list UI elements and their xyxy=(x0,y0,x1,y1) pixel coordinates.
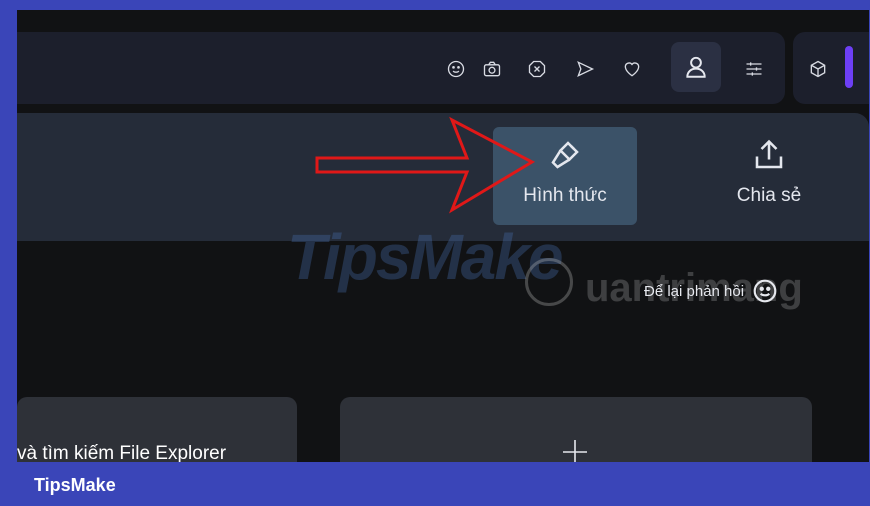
send-icon[interactable] xyxy=(570,54,600,84)
widget-card[interactable]: và tìm kiếm File Explorer xyxy=(17,397,297,462)
heart-icon[interactable] xyxy=(617,54,647,84)
red-arrow-annotation xyxy=(315,116,536,214)
footer-banner: TipsMake xyxy=(0,462,870,506)
feedback-label: Để lại phản hồi xyxy=(644,282,745,300)
banner-brand: TipsMake xyxy=(34,475,116,495)
sliders-icon[interactable] xyxy=(739,54,769,84)
smiley-icon xyxy=(753,279,777,303)
app-window: Hình thức Chia sẻ TipsMake uantrimang Để… xyxy=(17,10,869,462)
sidebar-indicator[interactable] xyxy=(845,46,853,88)
extensions-toolbar xyxy=(793,32,869,104)
feedback-link[interactable]: Để lại phản hồi xyxy=(644,278,778,304)
top-toolbar xyxy=(17,32,785,104)
share-icon xyxy=(755,139,783,169)
watermark-tipsmake: TipsMake xyxy=(287,221,563,293)
smiley-icon[interactable] xyxy=(441,54,471,84)
share-label: Chia sẻ xyxy=(736,185,802,206)
card-title: và tìm kiếm File Explorer xyxy=(17,443,227,462)
profile-icon xyxy=(686,56,706,78)
close-hexagon-icon[interactable] xyxy=(522,54,552,84)
profile-button[interactable] xyxy=(671,42,721,92)
camera-icon[interactable] xyxy=(477,54,507,84)
paintbrush-icon xyxy=(551,141,579,169)
cube-icon[interactable] xyxy=(803,54,833,84)
add-widget-card[interactable] xyxy=(340,397,812,462)
plus-icon xyxy=(560,437,590,462)
share-button[interactable]: Chia sẻ xyxy=(697,127,841,225)
watermark-bulb-icon xyxy=(525,258,573,306)
